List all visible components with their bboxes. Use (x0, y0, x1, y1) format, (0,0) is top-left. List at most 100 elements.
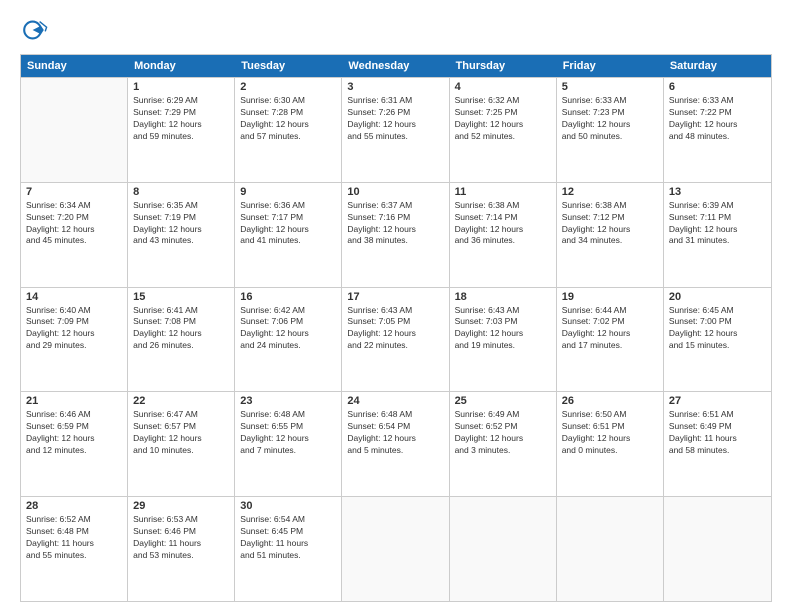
cell-info-line: Sunrise: 6:36 AM (240, 200, 336, 212)
cell-info-line: and 38 minutes. (347, 235, 443, 247)
day-cell-6: 6Sunrise: 6:33 AMSunset: 7:22 PMDaylight… (664, 78, 771, 182)
cell-info-line: Daylight: 12 hours (240, 433, 336, 445)
cell-info-line: Sunset: 7:25 PM (455, 107, 551, 119)
cell-info-line: Sunset: 7:06 PM (240, 316, 336, 328)
day-number: 4 (455, 81, 551, 93)
cell-info-line: Sunset: 6:59 PM (26, 421, 122, 433)
cell-info-line: and 3 minutes. (455, 445, 551, 457)
cell-info-line: and 26 minutes. (133, 340, 229, 352)
cell-info-line: Daylight: 12 hours (455, 224, 551, 236)
cell-info-line: Sunrise: 6:52 AM (26, 514, 122, 526)
cell-info-line: Daylight: 12 hours (347, 328, 443, 340)
calendar-body: 1Sunrise: 6:29 AMSunset: 7:29 PMDaylight… (21, 77, 771, 601)
cell-info-line: Sunset: 7:14 PM (455, 212, 551, 224)
cell-info-line: and 55 minutes. (26, 550, 122, 562)
day-cell-9: 9Sunrise: 6:36 AMSunset: 7:17 PMDaylight… (235, 183, 342, 287)
day-number: 28 (26, 500, 122, 512)
day-cell-29: 29Sunrise: 6:53 AMSunset: 6:46 PMDayligh… (128, 497, 235, 601)
day-number: 12 (562, 186, 658, 198)
cell-info-line: and 0 minutes. (562, 445, 658, 457)
cell-info-line: Sunrise: 6:34 AM (26, 200, 122, 212)
cell-info-line: Daylight: 11 hours (240, 538, 336, 550)
cell-info-line: Daylight: 12 hours (562, 224, 658, 236)
cell-info-line: Sunrise: 6:33 AM (562, 95, 658, 107)
cell-info-line: Sunset: 7:19 PM (133, 212, 229, 224)
cell-info-line: Sunrise: 6:51 AM (669, 409, 766, 421)
header-day-wednesday: Wednesday (342, 55, 449, 77)
week-row-2: 7Sunrise: 6:34 AMSunset: 7:20 PMDaylight… (21, 182, 771, 287)
day-number: 5 (562, 81, 658, 93)
day-cell-12: 12Sunrise: 6:38 AMSunset: 7:12 PMDayligh… (557, 183, 664, 287)
day-number: 20 (669, 291, 766, 303)
day-cell-24: 24 Sunrise: 6:48 AMSunset: 6:54 PMDayligh… (342, 392, 449, 496)
cell-info-line: Sunset: 7:12 PM (562, 212, 658, 224)
cell-info-line: and 19 minutes. (455, 340, 551, 352)
day-number: 21 (26, 395, 122, 407)
cell-info-line: Sunset: 7:17 PM (240, 212, 336, 224)
cell-info-line: Sunset: 6:51 PM (562, 421, 658, 433)
cell-info-line: Sunset: 7:00 PM (669, 316, 766, 328)
day-cell-27: 27Sunrise: 6:51 AMSunset: 6:49 PMDayligh… (664, 392, 771, 496)
cell-info-line: and 45 minutes. (26, 235, 122, 247)
cell-info-line: and 31 minutes. (669, 235, 766, 247)
day-cell-8: 8Sunrise: 6:35 AMSunset: 7:19 PMDaylight… (128, 183, 235, 287)
day-cell-16: 16Sunrise: 6:42 AMSunset: 7:06 PMDayligh… (235, 288, 342, 392)
cell-info-line: Sunset: 7:02 PM (562, 316, 658, 328)
calendar: SundayMondayTuesdayWednesdayThursdayFrid… (20, 54, 772, 602)
cell-info-line: Sunset: 6:52 PM (455, 421, 551, 433)
day-number: 10 (347, 186, 443, 198)
day-number: 15 (133, 291, 229, 303)
header-day-saturday: Saturday (664, 55, 771, 77)
cell-info-line: and 15 minutes. (669, 340, 766, 352)
day-number: 23 (240, 395, 336, 407)
cell-info-line: Sunrise: 6:43 AM (347, 305, 443, 317)
empty-cell-4-6 (664, 497, 771, 601)
cell-info-line: Sunrise: 6:45 AM (669, 305, 766, 317)
cell-info-line: Sunrise: 6:39 AM (669, 200, 766, 212)
cell-info-line: Sunset: 6:49 PM (669, 421, 766, 433)
cell-info-line: Daylight: 12 hours (669, 119, 766, 131)
cell-info-line: and 34 minutes. (562, 235, 658, 247)
day-cell-11: 11Sunrise: 6:38 AMSunset: 7:14 PMDayligh… (450, 183, 557, 287)
day-cell-26: 26Sunrise: 6:50 AMSunset: 6:51 PMDayligh… (557, 392, 664, 496)
day-cell-28: 28 Sunrise: 6:52 AMSunset: 6:48 PMDayligh… (21, 497, 128, 601)
cell-info-line: Daylight: 12 hours (347, 433, 443, 445)
cell-info-line: Daylight: 12 hours (669, 328, 766, 340)
day-cell-1: 1Sunrise: 6:29 AMSunset: 7:29 PMDaylight… (128, 78, 235, 182)
cell-info-line: Daylight: 12 hours (347, 224, 443, 236)
cell-info-line: Daylight: 12 hours (562, 433, 658, 445)
cell-info-line: Sunrise: 6:48 AM (347, 409, 443, 421)
cell-info-line: Sunrise: 6:48 AM (240, 409, 336, 421)
cell-info-line: Sunrise: 6:47 AM (133, 409, 229, 421)
cell-info-line: Sunrise: 6:38 AM (455, 200, 551, 212)
logo-icon (20, 16, 48, 44)
cell-info-line: Daylight: 12 hours (26, 224, 122, 236)
cell-info-line: Daylight: 12 hours (240, 119, 336, 131)
day-number: 22 (133, 395, 229, 407)
cell-info-line: Sunset: 6:45 PM (240, 526, 336, 538)
day-number: 16 (240, 291, 336, 303)
cell-info-line: Sunset: 6:48 PM (26, 526, 122, 538)
cell-info-line: and 36 minutes. (455, 235, 551, 247)
day-number: 30 (240, 500, 336, 512)
cell-info-line: Sunrise: 6:37 AM (347, 200, 443, 212)
day-number: 29 (133, 500, 229, 512)
cell-info-line: and 5 minutes. (347, 445, 443, 457)
day-cell-7: 7 Sunrise: 6:34 AMSunset: 7:20 PMDaylight… (21, 183, 128, 287)
day-number: 24 (347, 395, 443, 407)
cell-info-line: Sunset: 6:54 PM (347, 421, 443, 433)
day-cell-10: 10Sunrise: 6:37 AMSunset: 7:16 PMDayligh… (342, 183, 449, 287)
day-cell-17: 17Sunrise: 6:43 AMSunset: 7:05 PMDayligh… (342, 288, 449, 392)
header-day-thursday: Thursday (450, 55, 557, 77)
cell-info-line: Sunrise: 6:54 AM (240, 514, 336, 526)
cell-info-line: and 55 minutes. (347, 131, 443, 143)
cell-info-line: Sunset: 7:20 PM (26, 212, 122, 224)
page: SundayMondayTuesdayWednesdayThursdayFrid… (0, 0, 792, 612)
logo (20, 16, 50, 44)
cell-info-line: Daylight: 11 hours (26, 538, 122, 550)
cell-info-line: Daylight: 12 hours (240, 328, 336, 340)
day-number: 7 (26, 186, 122, 198)
cell-info-line: and 12 minutes. (26, 445, 122, 457)
empty-cell-4-5 (557, 497, 664, 601)
cell-info-line: and 59 minutes. (133, 131, 229, 143)
